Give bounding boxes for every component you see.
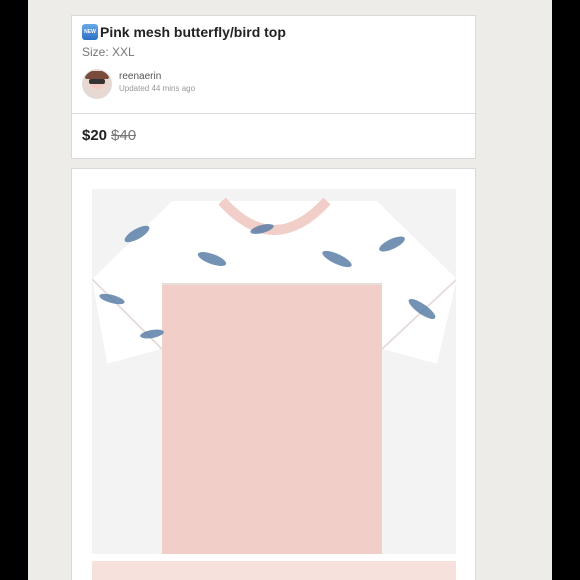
current-price: $20 — [82, 127, 108, 144]
avatar-glasses — [89, 79, 105, 84]
size-label: Size: XXL — [82, 45, 135, 59]
title-row: NEW Pink mesh butterfly/bird top — [82, 24, 286, 40]
listing-title: Pink mesh butterfly/bird top — [100, 24, 286, 40]
second-product-photo[interactable] — [92, 561, 456, 580]
listing-header-card: NEW Pink mesh butterfly/bird top Size: X… — [71, 15, 476, 115]
price-row: $20 $40 — [82, 127, 136, 144]
shirt-illustration — [92, 189, 456, 554]
updated-timestamp: Updated 44 mins ago — [119, 84, 196, 93]
listing-page: NEW Pink mesh butterfly/bird top Size: X… — [28, 0, 552, 580]
product-photo[interactable] — [92, 189, 456, 554]
seller-avatar[interactable] — [82, 69, 112, 99]
photo-card — [71, 168, 476, 580]
seller-username[interactable]: reenaerin — [119, 71, 161, 82]
new-badge-icon: NEW — [82, 24, 98, 40]
original-price: $40 — [111, 127, 137, 144]
price-card: $20 $40 — [71, 113, 476, 159]
avatar-hair — [85, 71, 109, 79]
